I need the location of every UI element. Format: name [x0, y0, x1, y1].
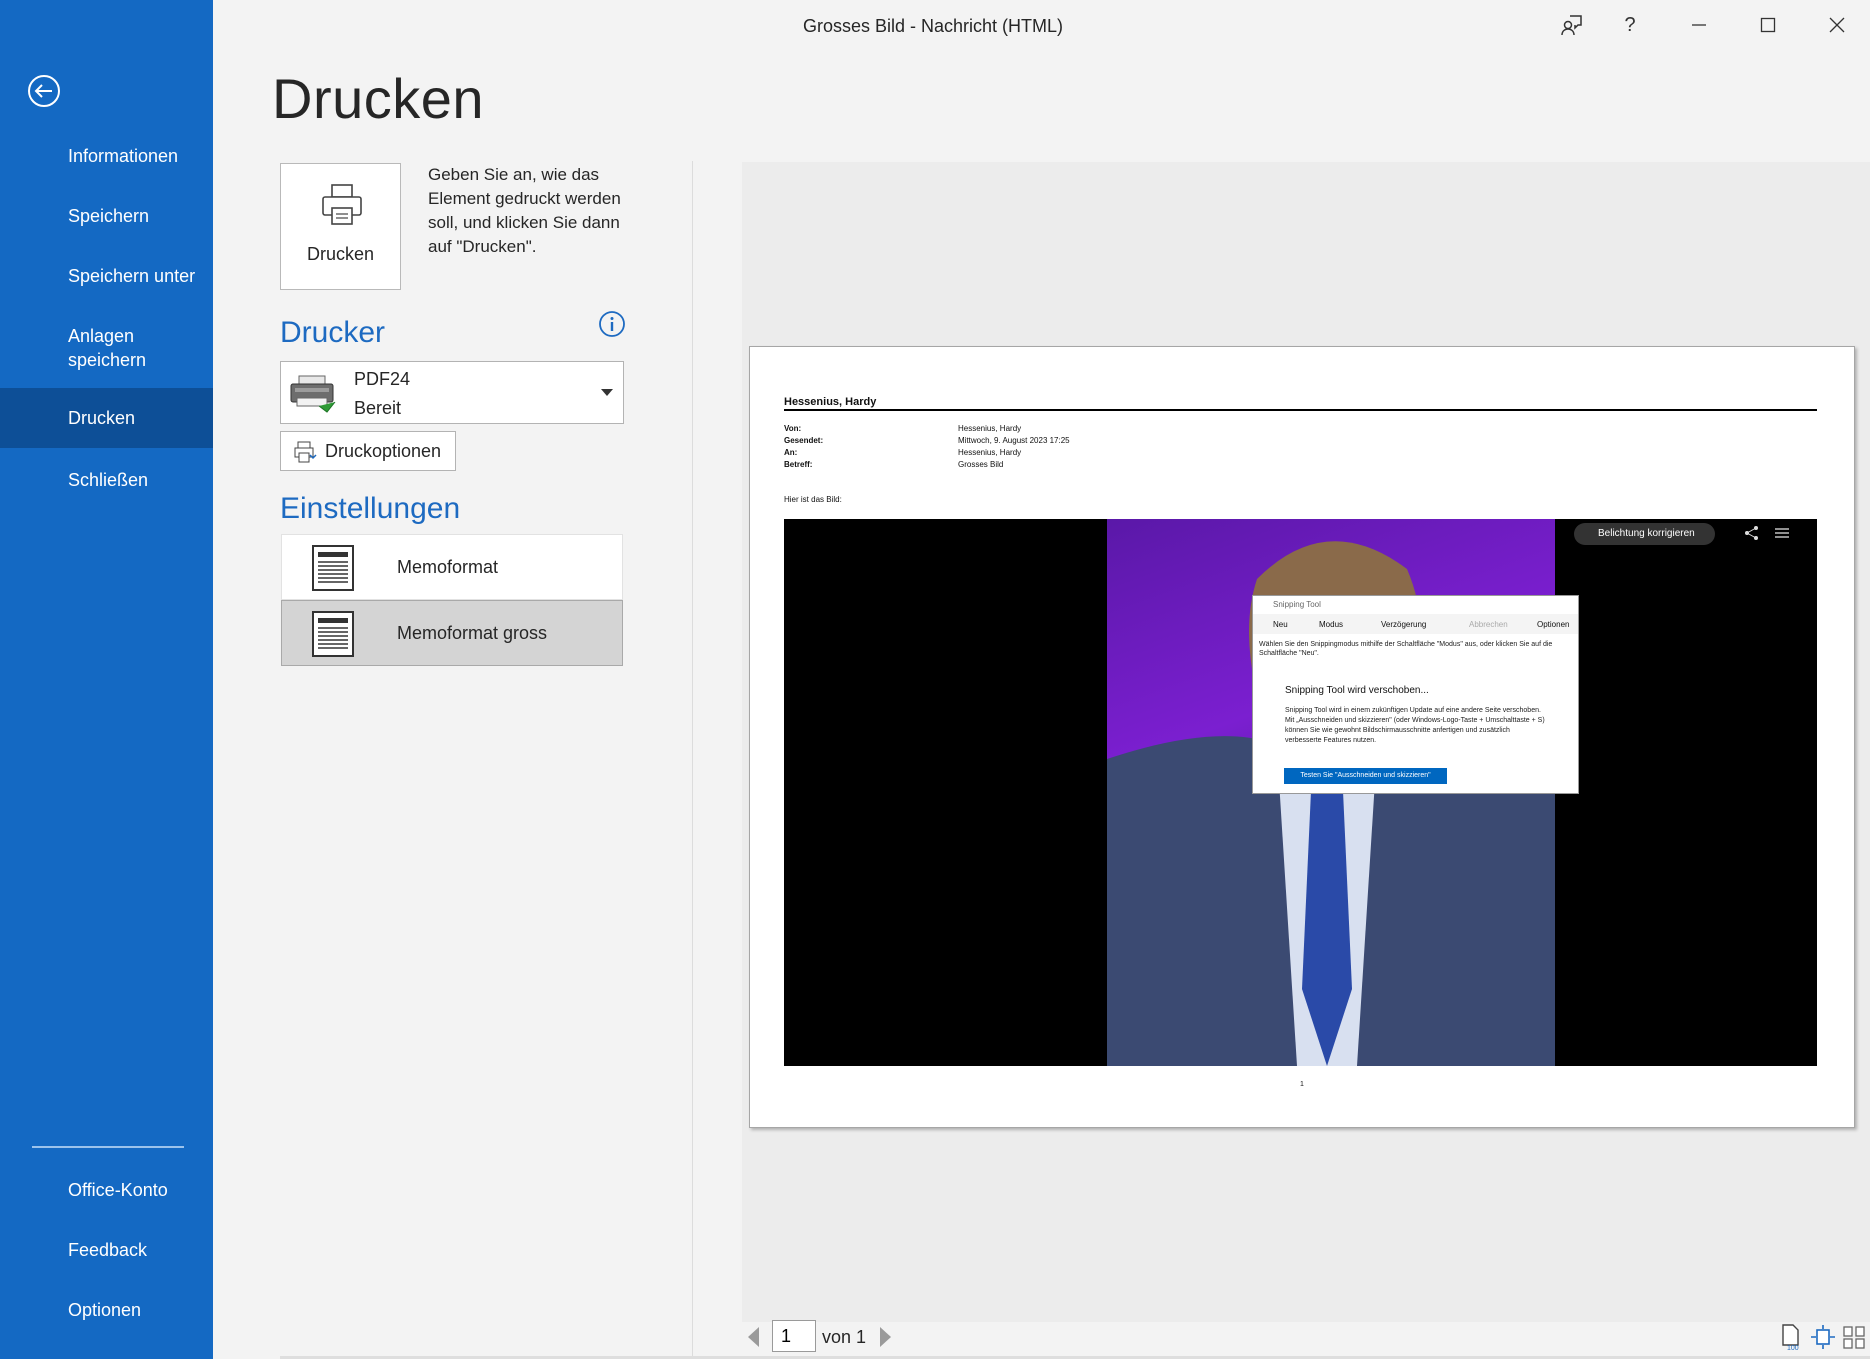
print-options-label: Druckoptionen: [325, 441, 442, 461]
style-label: Memoformat gross: [397, 623, 548, 643]
preview-header-value: Mittwoch, 9. August 2023 17:25: [958, 436, 1070, 445]
preview-body-text: Hier ist das Bild:: [784, 495, 842, 504]
panel-divider: [692, 161, 693, 1359]
photo-viewer-chip-label: Belichtung korrigieren: [1598, 528, 1695, 539]
maximize-icon[interactable]: [1748, 8, 1788, 42]
print-button-label: Drucken: [306, 244, 375, 264]
sidebar-item-feedback[interactable]: Feedback: [0, 1238, 213, 1262]
sidebar-item-office-konto[interactable]: Office-Konto: [0, 1178, 213, 1202]
sidebar-item-speichern-unter[interactable]: Speichern unter: [0, 264, 213, 288]
adjust-icon: [1774, 525, 1790, 541]
snipping-notice-title: Snipping Tool wird verschoben...: [1285, 685, 1429, 696]
snipping-notice-text: Snipping Tool wird in einem zukünftigen …: [1285, 707, 1545, 744]
printer-dropdown[interactable]: PDF24 Bereit: [280, 361, 624, 424]
actual-size-icon[interactable]: 100: [1776, 1323, 1804, 1352]
preview-header-rule: [784, 409, 1817, 411]
snipping-toolbar-item: Neu: [1273, 620, 1288, 629]
sidebar-item-optionen[interactable]: Optionen: [0, 1298, 213, 1322]
snipping-tool-window: Snipping Tool Neu Modus Verzögerung Abbr…: [1252, 595, 1579, 794]
print-description: Geben Sie an, wie das Element gedruckt w…: [428, 165, 621, 256]
memo-style-icon: [312, 611, 354, 662]
settings-section-title: Einstellungen: [280, 492, 461, 525]
window-title: Grosses Bild - Nachricht (HTML): [802, 16, 1064, 36]
close-icon[interactable]: [1817, 8, 1857, 42]
page-of-label: von 1: [822, 1327, 867, 1347]
multiple-pages-icon[interactable]: [1840, 1323, 1868, 1351]
info-icon[interactable]: [598, 310, 626, 338]
snipping-toolbar-item: Verzögerung: [1381, 620, 1427, 629]
snipping-hint: Wählen Sie den Snippingmodus mithilfe de…: [1259, 641, 1553, 657]
memo-style-icon: [312, 545, 354, 596]
snipping-notice-button: Testen Sie "Ausschneiden und skizzieren": [1284, 768, 1447, 784]
printer-icon: [319, 182, 365, 233]
chevron-down-icon: [601, 389, 613, 396]
print-options-button[interactable]: Druckoptionen: [280, 431, 456, 471]
back-arrow-icon[interactable]: [27, 74, 61, 108]
preview-header-key: Betreff:: [784, 460, 813, 469]
sidebar-item-speichern[interactable]: Speichern: [0, 204, 213, 228]
snipping-tool-title: Snipping Tool: [1273, 600, 1321, 609]
sidebar-item-drucken[interactable]: Drucken: [0, 388, 213, 448]
preview-header-value: Hessenius, Hardy: [958, 448, 1022, 457]
style-option-memoformat[interactable]: Memoformat: [281, 534, 623, 600]
preview-header-key: Gesendet:: [784, 436, 824, 445]
snipping-toolbar-item: Abbrechen: [1469, 620, 1508, 629]
help-icon[interactable]: ?: [1610, 8, 1650, 42]
sidebar-item-anlagen-speichern[interactable]: Anlagen speichern: [0, 324, 180, 372]
snipping-toolbar: Neu Modus Verzögerung Abbrechen Optionen: [1253, 614, 1578, 634]
preview-header-key: Von:: [784, 424, 802, 433]
next-page-arrow-icon[interactable]: [880, 1327, 891, 1347]
printer-device-icon: [289, 374, 337, 419]
printer-name: PDF24: [354, 369, 411, 389]
previous-page-arrow-icon[interactable]: [748, 1327, 759, 1347]
sidebar-divider: [32, 1146, 184, 1148]
zoom-badge: 100: [1787, 1345, 1799, 1351]
sidebar-item-informationen[interactable]: Informationen: [0, 144, 213, 168]
preview-header-key: An:: [784, 448, 798, 457]
preview-header-value: Grosses Bild: [958, 460, 1004, 469]
share-icon: [1744, 525, 1760, 541]
page-title: Drucken: [272, 67, 485, 130]
backstage-sidebar: Informationen Speichern Speichern unter …: [0, 0, 213, 1359]
print-options-icon: [293, 440, 317, 469]
snipping-toolbar-item: Modus: [1319, 620, 1344, 629]
photo-viewer-chip: Belichtung korrigieren: [1574, 523, 1715, 545]
minimize-icon[interactable]: [1679, 8, 1719, 42]
preview-embedded-image: Belichtung korrigieren Snipping Tool Neu…: [784, 519, 1817, 1066]
style-label: Memoformat: [397, 557, 499, 577]
style-option-memoformat-gross[interactable]: Memoformat gross: [281, 600, 623, 666]
page-number-input[interactable]: [772, 1320, 816, 1352]
preview-sender-name: Hessenius, Hardy: [784, 396, 877, 408]
preview-page: Hessenius, Hardy Von: Hessenius, Hardy G…: [749, 346, 1855, 1128]
printer-status: Bereit: [354, 398, 402, 418]
preview-pager: von 1 100: [742, 1319, 1870, 1355]
preview-header-value: Hessenius, Hardy: [958, 424, 1022, 433]
feedback-icon[interactable]: [1552, 8, 1592, 42]
fit-page-icon[interactable]: [1809, 1323, 1837, 1351]
snipping-toolbar-item: Optionen: [1537, 620, 1570, 629]
print-button[interactable]: Drucken: [280, 163, 401, 290]
printer-section-title: Drucker: [280, 316, 386, 349]
sidebar-item-schliessen[interactable]: Schließen: [0, 468, 213, 492]
preview-page-number: 1: [1300, 1081, 1304, 1088]
